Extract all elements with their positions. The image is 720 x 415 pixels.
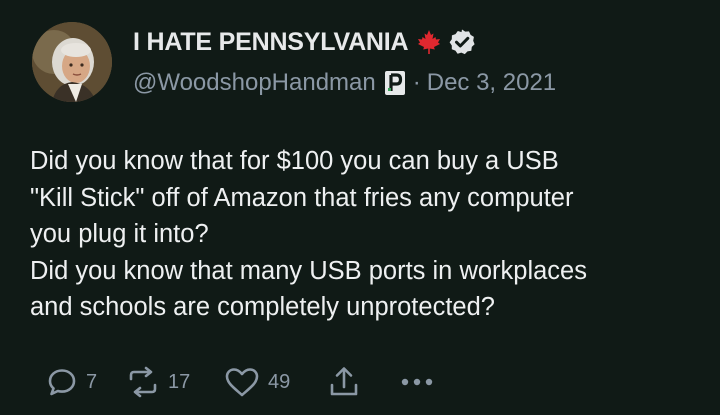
action-bar: 7 17 49 [46,364,434,400]
tweet-line: you plug it into? [30,220,209,248]
repost-icon [129,366,157,398]
share-button[interactable] [328,365,400,399]
repost-button[interactable]: 17 [126,366,224,398]
tweet-line: and schools are completely unprotected? [30,293,495,321]
reply-count: 7 [86,370,98,393]
timestamp[interactable]: Dec 3, 2021 [427,69,556,97]
display-name[interactable]: I HATE PENNSYLVANIA [133,28,409,57]
reply-icon [48,369,76,396]
like-button[interactable]: 49 [224,366,328,398]
tweet-card: I HATE PENNSYLVANIA @WoodshopHandman · D… [0,0,720,415]
reply-button[interactable]: 7 [46,366,126,398]
p-badge-icon [384,70,406,96]
portrait-image [32,22,112,102]
like-count: 49 [268,370,291,393]
repost-count: 17 [168,370,191,393]
separator: · [412,69,421,96]
tweet-line: Did you know that for $100 you can buy a… [30,147,559,175]
avatar[interactable] [32,22,112,102]
tweet-line: "Kill Stick" off of Amazon that fries an… [30,183,574,212]
more-button[interactable] [400,376,434,388]
more-icon [401,378,433,386]
tweet-text: Did you know that for $100 you can buy a… [30,143,700,326]
author-name-row: I HATE PENNSYLVANIA [133,26,476,58]
verified-check-icon [448,28,476,56]
heart-icon [225,368,259,397]
author-handle-row: @WoodshopHandman · Dec 3, 2021 [133,67,556,99]
share-icon [330,367,358,396]
maple-leaf-icon [416,29,442,55]
handle[interactable]: @WoodshopHandman [133,69,376,97]
tweet-line: Did you know that many USB ports in work… [30,256,587,285]
